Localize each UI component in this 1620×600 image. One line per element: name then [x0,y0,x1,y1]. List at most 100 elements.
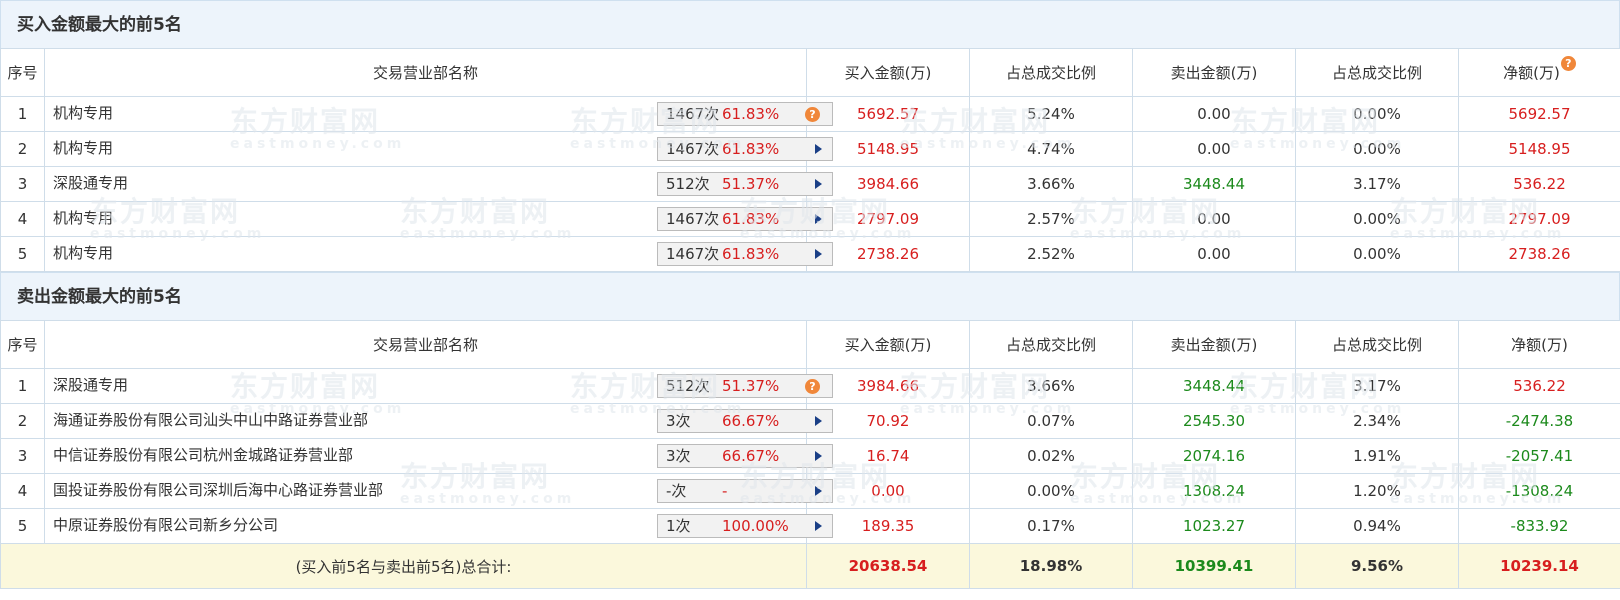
branch-cell: 机构专用 1467次 61.83% [44,236,833,272]
branch-stats-badge[interactable]: 1次 100.00% [657,514,833,538]
col-header-branch: 交易营业部名称 [44,320,807,369]
branch-stats-badge[interactable]: 3次 66.67% [657,409,833,433]
branch-stats-badge[interactable]: 1467次 61.83% [657,207,833,231]
buy-ratio: 3.66% [969,166,1133,202]
help-icon[interactable]: ? [805,379,820,394]
buy-table-header: 序号 交易营业部名称 买入金额(万) 占总成交比例 卖出金额(万) 占总成交比例… [0,48,1620,97]
table-row: 3 深股通专用 512次 51.37% 3984.66 3.66% 3448.44 3.17%… [0,166,1620,202]
net-amount: -833.92 [1458,508,1620,544]
buy-ratio: 0.07% [969,403,1133,439]
branch-name[interactable]: 机构专用 [53,207,113,228]
row-no: 3 [0,438,45,474]
col-header-buy-amount: 买入金额(万) [806,48,970,97]
expand-arrow-icon[interactable] [815,521,822,531]
branch-name[interactable]: 中信证券股份有限公司杭州金城路证券营业部 [53,444,353,465]
expand-arrow-icon[interactable] [815,144,822,154]
branch-win-rate: - [722,482,728,500]
branch-count: 1次 [666,517,691,535]
branch-count: -次 [666,482,687,500]
total-label: (买入前5名与卖出前5名)总合计: [0,543,807,589]
row-no: 1 [0,368,45,404]
expand-arrow-icon[interactable] [815,214,822,224]
branch-cell: 机构专用 1467次 61.83% [44,131,833,167]
col-header-branch: 交易营业部名称 [44,48,807,97]
branch-win-rate: 51.37% [722,377,780,395]
branch-cell: 深股通专用 512次 51.37%? [44,368,833,404]
sell-ratio: 0.00% [1295,131,1459,167]
row-no: 4 [0,473,45,509]
help-icon[interactable]: ? [1560,56,1576,71]
buy-ratio: 2.57% [969,201,1133,237]
sell-amount: 1308.24 [1132,473,1296,509]
branch-win-rate: 66.67% [722,412,780,430]
branch-cell: 机构专用 1467次 61.83% [44,201,833,237]
table-row: 2 机构专用 1467次 61.83% 5148.95 4.74% 0.00 0.00% 514… [0,131,1620,167]
branch-win-rate: 66.67% [722,447,780,465]
col-header-buy-amount: 买入金额(万) [806,320,970,369]
branch-name[interactable]: 海通证券股份有限公司汕头中山中路证券营业部 [53,409,368,430]
branch-stats-badge[interactable]: 3次 66.67% [657,444,833,468]
net-amount: 2797.09 [1458,201,1620,237]
col-header-no: 序号 [0,320,45,369]
branch-name[interactable]: 机构专用 [53,102,113,123]
buy-ratio: 0.17% [969,508,1133,544]
branch-cell: 中信证券股份有限公司杭州金城路证券营业部 3次 66.67% [44,438,833,474]
sell-section-title: 卖出金额最大的前5名 [0,272,1620,320]
branch-stats-badge[interactable]: 512次 51.37% [657,172,833,196]
col-header-net: 净额(万)? [1458,48,1620,97]
branch-count: 3次 [666,412,691,430]
expand-arrow-icon[interactable] [815,416,822,426]
dragon-tiger-page: 买入金额最大的前5名 序号 交易营业部名称 买入金额(万) 占总成交比例 卖出金… [0,0,1620,600]
branch-count: 512次 [666,377,710,395]
branch-name[interactable]: 深股通专用 [53,374,128,395]
table-row: 4 机构专用 1467次 61.83% 2797.09 2.57% 0.00 0.00% 279… [0,201,1620,237]
branch-count: 1467次 [666,140,720,158]
row-no: 2 [0,131,45,167]
buy-section-title: 买入金额最大的前5名 [0,0,1620,48]
branch-cell: 海通证券股份有限公司汕头中山中路证券营业部 3次 66.67% [44,403,833,439]
branch-name[interactable]: 深股通专用 [53,172,128,193]
branch-win-rate: 61.83% [722,245,780,263]
table-row: 5 机构专用 1467次 61.83% 2738.26 2.52% 0.00 0.00% 273… [0,236,1620,272]
col-header-sell-amount: 卖出金额(万) [1132,320,1296,369]
sell-ratio: 0.00% [1295,96,1459,132]
sell-ratio: 1.20% [1295,473,1459,509]
expand-arrow-icon[interactable] [815,486,822,496]
sell-ratio: 2.34% [1295,403,1459,439]
table-row: 2 海通证券股份有限公司汕头中山中路证券营业部 3次 66.67% 70.92 0.07%… [0,403,1620,439]
sell-ratio: 3.17% [1295,166,1459,202]
branch-name[interactable]: 机构专用 [53,242,113,263]
branch-name[interactable]: 机构专用 [53,137,113,158]
branch-stats-badge[interactable]: 1467次 61.83% [657,137,833,161]
total-net: 10239.14 [1458,543,1620,589]
sell-table-body: 1 深股通专用 512次 51.37%? 3984.66 3.66% 3448.44 3.17… [0,368,1620,544]
expand-arrow-icon[interactable] [815,451,822,461]
branch-win-rate: 51.37% [722,175,780,193]
col-header-sell-ratio: 占总成交比例 [1295,48,1459,97]
sell-amount: 0.00 [1132,96,1296,132]
sell-ratio: 0.00% [1295,201,1459,237]
branch-cell: 中原证券股份有限公司新乡分公司 1次 100.00% [44,508,833,544]
expand-arrow-icon[interactable] [815,179,822,189]
col-header-buy-ratio: 占总成交比例 [969,320,1133,369]
branch-stats-badge[interactable]: 512次 51.37%? [657,374,833,398]
branch-stats-badge[interactable]: 1467次 61.83% [657,242,833,266]
branch-name[interactable]: 中原证券股份有限公司新乡分公司 [53,514,278,535]
sell-table-header: 序号 交易营业部名称 买入金额(万) 占总成交比例 卖出金额(万) 占总成交比例… [0,320,1620,369]
branch-stats-badge[interactable]: -次 - [657,479,833,503]
branch-win-rate: 61.83% [722,105,780,123]
sell-amount: 3448.44 [1132,368,1296,404]
branch-name[interactable]: 国投证券股份有限公司深圳后海中心路证券营业部 [53,479,383,500]
branch-cell: 深股通专用 512次 51.37% [44,166,833,202]
buy-ratio: 3.66% [969,368,1133,404]
sell-amount: 2545.30 [1132,403,1296,439]
col-header-net-label: 净额(万) [1503,64,1560,82]
help-icon[interactable]: ? [805,107,820,122]
net-amount: 2738.26 [1458,236,1620,272]
col-header-sell-amount: 卖出金额(万) [1132,48,1296,97]
branch-win-rate: 100.00% [722,517,789,535]
sell-amount: 0.00 [1132,131,1296,167]
branch-stats-badge[interactable]: 1467次 61.83%? [657,102,833,126]
expand-arrow-icon[interactable] [815,249,822,259]
row-no: 2 [0,403,45,439]
